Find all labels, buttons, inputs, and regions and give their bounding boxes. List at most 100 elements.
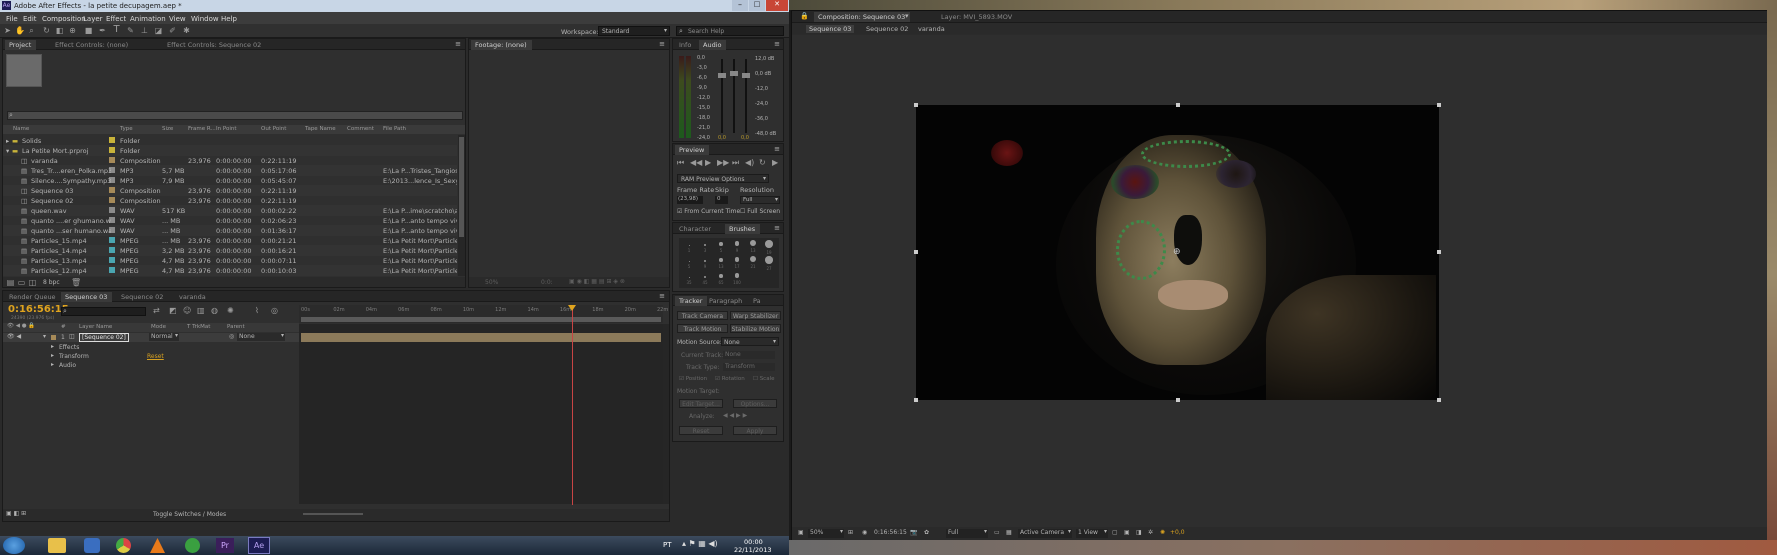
region-of-interest-icon[interactable]: ▭ [994,529,1000,536]
comp-timecode[interactable]: 0:16:56:15 [874,529,907,536]
menu-view[interactable]: View [169,15,186,23]
effects-row[interactable]: ▸ Effects [3,343,299,352]
col-size[interactable]: Size [162,126,173,132]
toggle-switches-modes-button[interactable]: Toggle Switches / Modes [153,511,226,518]
col-layer-name[interactable]: Layer Name [79,324,112,330]
current-time-indicator[interactable] [568,305,576,505]
loop-icon[interactable]: ↻ [759,158,766,167]
safe-margins-icon[interactable]: ⊞ [848,529,853,536]
audio-row[interactable]: ▸ Audio [3,361,299,370]
visibility-icon[interactable]: 👁 ◀ [7,333,21,340]
tab-preview[interactable]: Preview [675,145,710,155]
label-color-swatch[interactable] [109,147,115,153]
premiere-icon[interactable]: Pr [216,538,234,553]
menu-effect[interactable]: Effect [106,15,126,23]
always-preview-icon[interactable]: ▣ [798,529,804,536]
live-update-icon[interactable]: ◎ [271,306,278,315]
maximize-button[interactable]: □ [749,0,765,11]
brush-tip[interactable]: 27 [763,256,775,271]
new-folder-icon[interactable]: ▭ [17,278,26,287]
transform-row[interactable]: ▸ Transform Reset [3,352,299,361]
layer-color-swatch[interactable] [51,335,56,340]
project-scrollbar[interactable] [458,135,465,276]
brush-tip[interactable]: 5 [715,240,727,253]
layer-row[interactable]: 👁 ◀ ▾ 1 ◫ [Sequence 02] Normal ▾ ◎ None … [3,332,299,342]
search-help-field[interactable]: ⌕ Search Help [676,26,784,36]
selection-tool-icon[interactable]: ➤ [3,26,12,35]
col-parent[interactable]: Parent [227,324,245,330]
tray-icons[interactable]: ▴ ⚑ ▦ ◀) [682,539,718,548]
clock-date[interactable]: 22/11/2013 [734,546,771,554]
expand-triangle-icon[interactable]: ▸ [6,137,9,145]
view-layout-select[interactable]: 1 View ▾ [1076,528,1108,538]
project-search-input[interactable]: ⌕ [7,111,463,120]
puppet-tool-icon[interactable]: ✱ [182,26,191,35]
transparency-grid-icon[interactable]: ▦ [1006,529,1012,536]
transform-reset-link[interactable]: Reset [147,353,164,360]
apply-button[interactable]: Apply [733,426,777,435]
first-frame-icon[interactable]: ⏮ [677,158,684,167]
parent-pickwhip-icon[interactable]: ◎ [229,333,234,340]
col-trkmat[interactable]: T TrkMat [187,324,210,330]
scale-checkbox[interactable]: ☐ Scale [753,376,775,382]
brush-tip[interactable]: 9 [699,256,711,269]
mute-icon[interactable]: ◀) [745,158,754,167]
language-indicator[interactable]: PT [663,541,672,549]
selection-handle[interactable] [1437,398,1441,402]
full-screen-checkbox[interactable]: ☐ Full Screen [740,208,780,215]
minimize-button[interactable]: – [732,0,748,11]
breadcrumb-varanda[interactable]: varanda [918,25,945,33]
stabilize-motion-button[interactable]: Stabilize Motion [730,324,781,333]
tab-info[interactable]: Info [675,40,696,50]
comp-mini-flowchart-icon[interactable]: ⇄ [153,306,160,315]
tab-sequence-03[interactable]: Sequence 03 [61,292,113,302]
rectangle-tool-icon[interactable]: ■ [84,26,93,35]
draft-3d-icon[interactable]: ◩ [169,306,177,315]
menu-help[interactable]: Help [221,15,237,23]
ram-preview-options-select[interactable]: RAM Preview Options ▾ [677,174,769,183]
anchor-point-icon[interactable]: ⊕ [1173,247,1181,257]
exposure-icon[interactable]: ✺ [1160,529,1165,536]
close-button[interactable]: ✕ [766,0,788,11]
graph-editor-icon[interactable]: ⌇ [255,306,259,315]
clock-time[interactable]: 00:00 [744,538,763,546]
camera-icon[interactable]: ◉ [862,529,867,536]
frame-rate-input[interactable]: (23,98) [677,196,703,204]
selection-handle[interactable] [1176,398,1180,402]
audio-slider-left[interactable] [718,59,726,133]
tab-tracker[interactable]: Tracker [675,296,708,306]
menu-file[interactable]: File [6,15,18,23]
start-button[interactable] [3,537,25,554]
next-frame-icon[interactable]: ▶▶ [717,158,729,167]
position-checkbox[interactable]: ☑ Position [679,376,707,382]
reset-button[interactable]: Reset [679,426,723,435]
layer-bar[interactable] [301,333,661,342]
roto-brush-tool-icon[interactable]: ✐ [168,26,177,35]
panel-menu-icon[interactable]: ≡ [774,145,780,153]
brush-tip[interactable]: 21 [747,256,759,269]
audio-slider-mid[interactable] [730,59,738,133]
timeline-scrollbar[interactable] [663,324,669,504]
frame-blending-icon[interactable]: ▥ [197,306,205,315]
tab-brushes[interactable]: Brushes [725,224,761,234]
current-track-select[interactable]: None [723,351,775,359]
menu-animation[interactable]: Animation [130,15,166,23]
interpret-footage-icon[interactable]: ▤ [6,278,15,287]
footage-time[interactable]: 0:0: [541,279,553,286]
parent-select[interactable]: None ▾ [237,332,285,341]
breadcrumb-sequence-03[interactable]: Sequence 03 [806,25,855,33]
tab-footage[interactable]: Footage: (none) [471,40,532,50]
brush-tip[interactable]: 9 [731,240,743,253]
panel-menu-icon[interactable]: ≡ [659,292,665,300]
snapshot-icon[interactable]: 📷 [910,529,917,536]
panel-menu-icon[interactable]: ≡ [455,40,461,48]
tab-composition-seq03[interactable]: Composition: Sequence 03 [814,12,911,22]
brush-tip[interactable]: 65 [715,272,727,285]
timeline-search-input[interactable]: ⌕ [61,307,146,316]
tab-audio[interactable]: Audio [699,40,727,50]
tab-paint[interactable]: Pa [749,296,766,306]
brainstorm-icon[interactable]: ✺ [227,306,234,315]
current-timecode[interactable]: 0:16:56:15 [8,304,69,315]
selection-handle[interactable] [1437,250,1441,254]
analyze-controls[interactable]: ◀ ◀ ▶ ▶ [723,412,747,419]
